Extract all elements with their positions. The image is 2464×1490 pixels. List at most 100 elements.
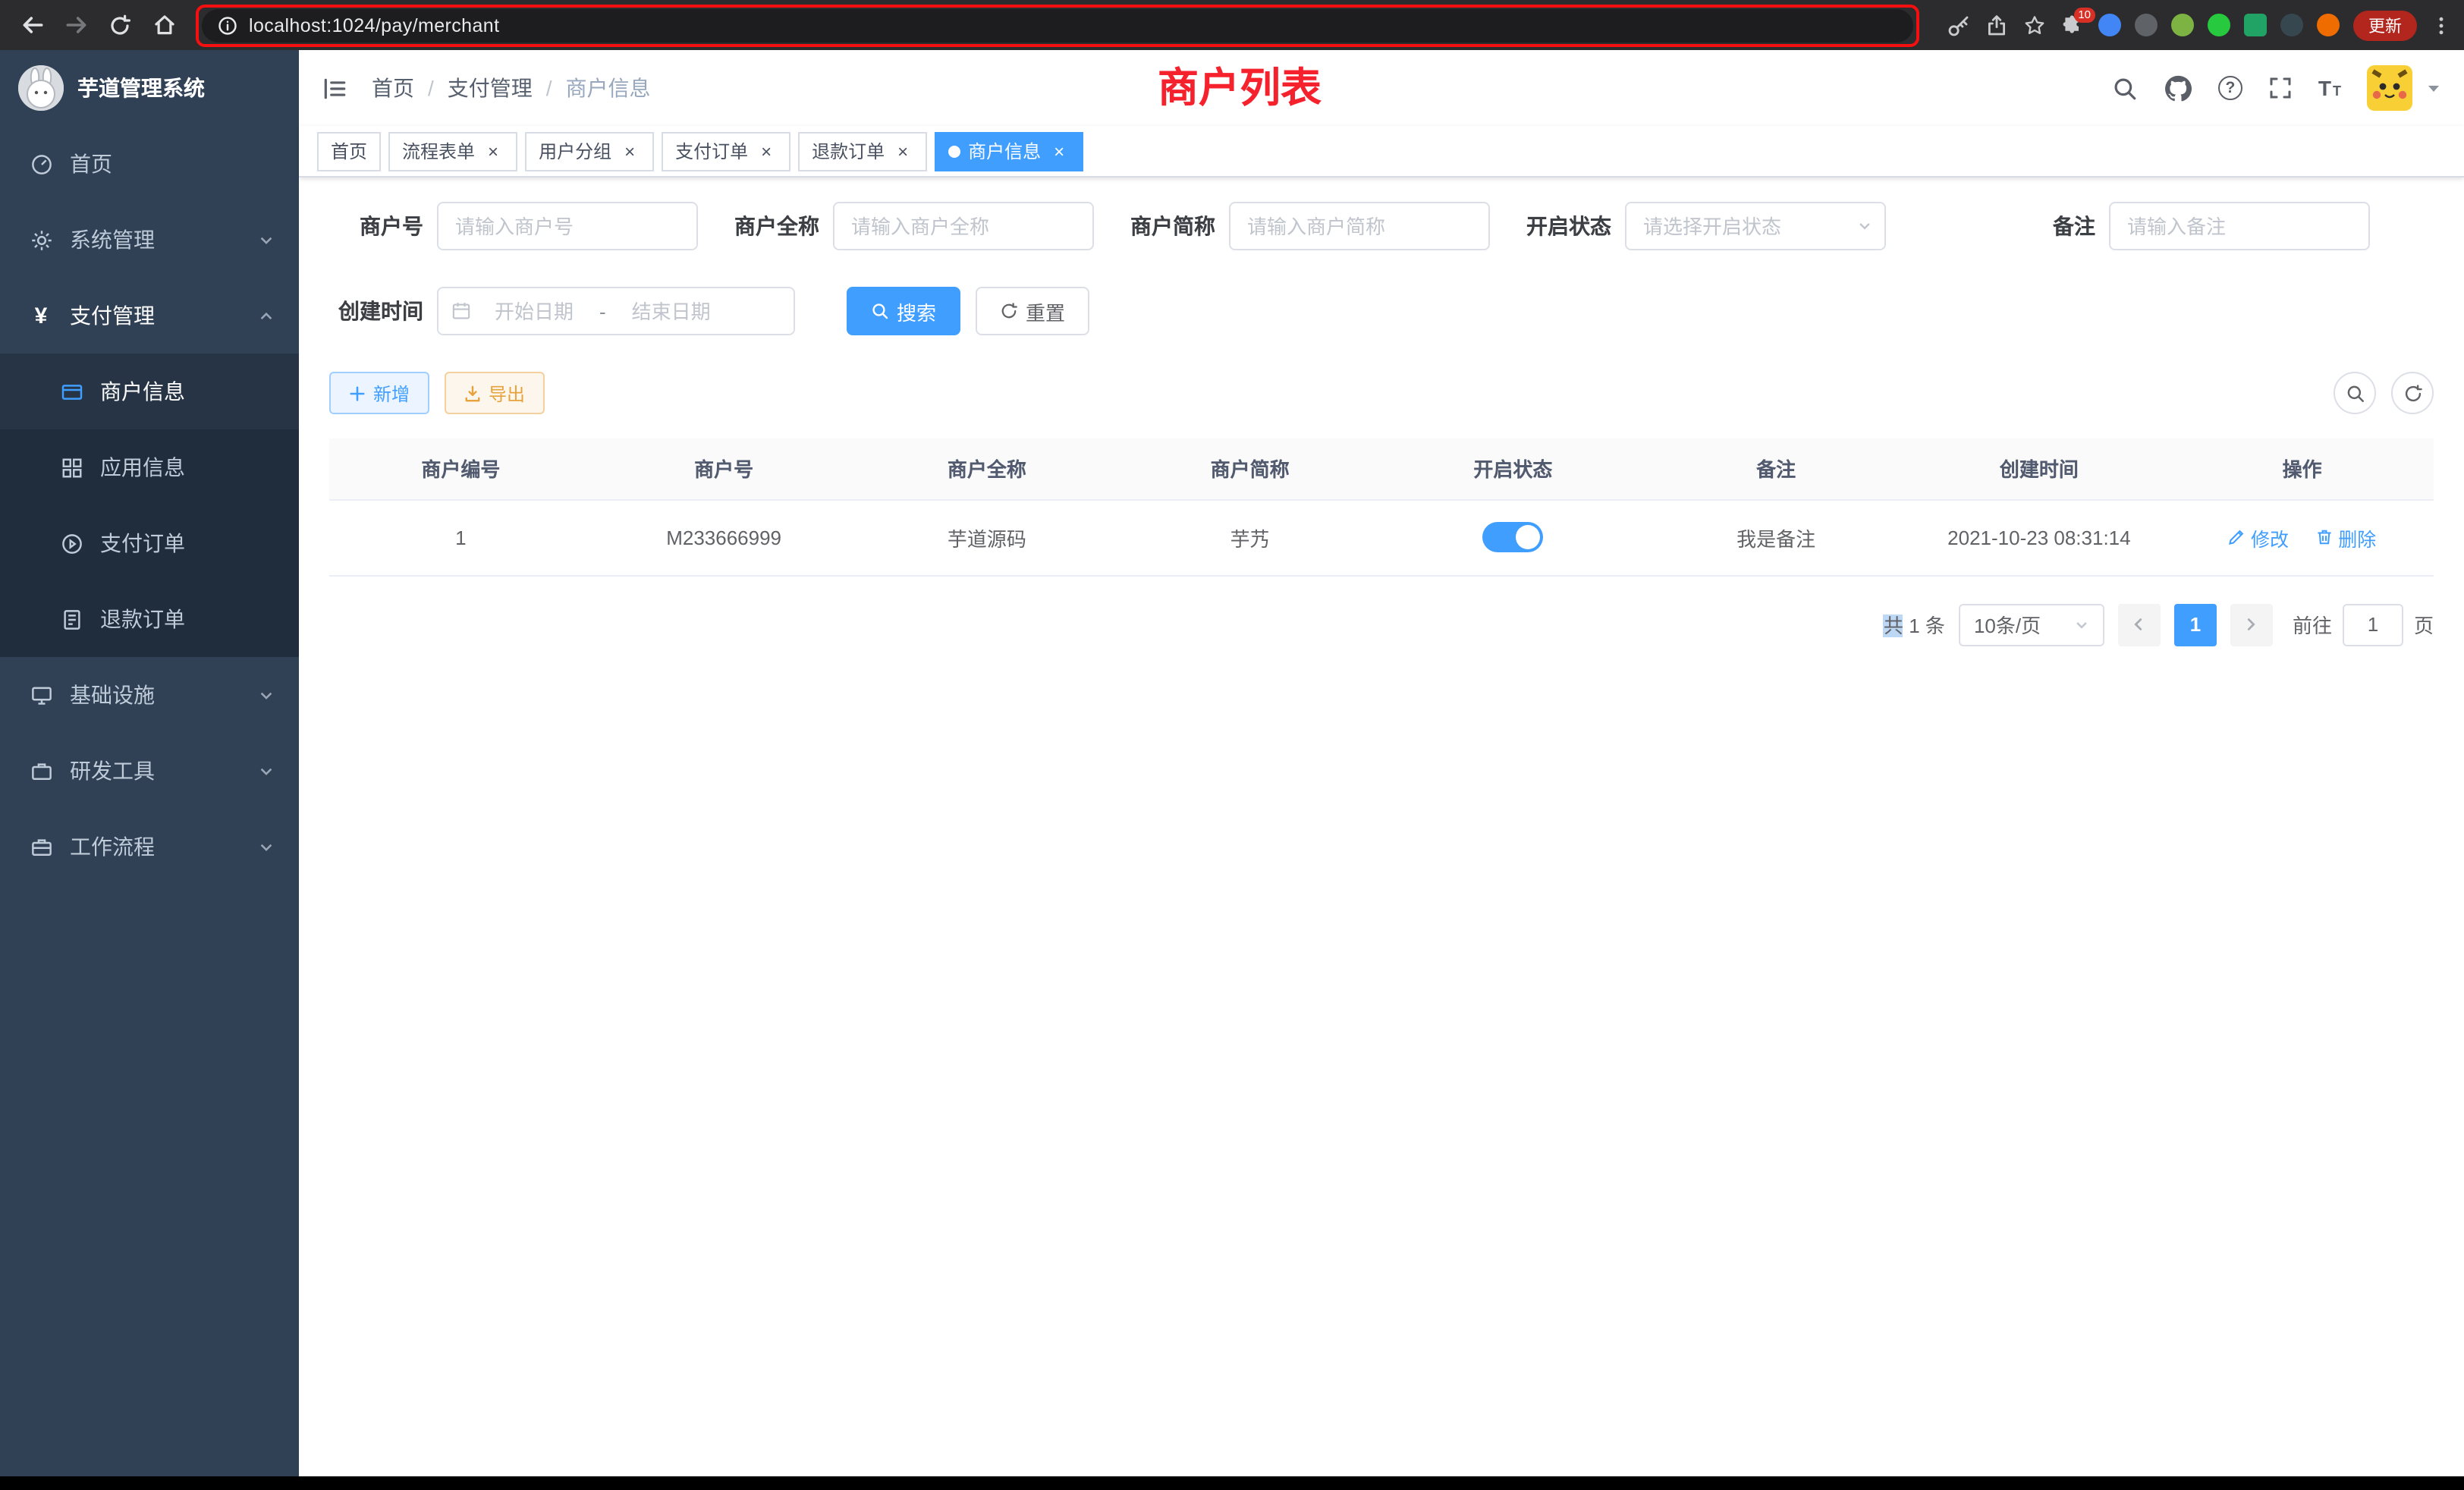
help-icon[interactable]: ? (2218, 76, 2242, 100)
text-size-icon[interactable]: TT (2318, 77, 2341, 99)
sidebar-item-payment-order[interactable]: 支付订单 (0, 505, 299, 581)
site-info-icon[interactable] (217, 14, 238, 36)
prev-page-button[interactable] (2118, 603, 2161, 646)
tag-close-icon[interactable]: × (756, 140, 777, 162)
filter-row-1: 商户号 商户全称 商户简称 开启状态 (329, 202, 2434, 250)
export-button[interactable]: 导出 (445, 372, 545, 414)
app-logo[interactable]: 芋道管理系统 (0, 50, 299, 126)
refresh-icon[interactable] (2391, 372, 2434, 414)
extension-icon[interactable] (2135, 14, 2158, 36)
caret-down-icon[interactable] (2426, 80, 2441, 96)
extension-icon[interactable] (2208, 14, 2230, 36)
sidebar-item-dev-tools[interactable]: 研发工具 (0, 733, 299, 809)
add-button[interactable]: 新增 (329, 372, 429, 414)
sidebar-item-label: 系统管理 (70, 225, 155, 255)
page-number-button[interactable]: 1 (2174, 603, 2217, 646)
breadcrumb-payment[interactable]: 支付管理 (448, 73, 533, 103)
sidebar-item-infrastructure[interactable]: 基础设施 (0, 657, 299, 733)
extensions-puzzle-icon[interactable]: 10 (2060, 13, 2085, 37)
browser-update-button[interactable]: 更新 (2353, 10, 2417, 40)
key-icon[interactable] (1947, 13, 1971, 37)
sidebar-item-payment[interactable]: ¥ 支付管理 (0, 278, 299, 354)
sidebar-item-app-info[interactable]: 应用信息 (0, 429, 299, 505)
extension-icon[interactable] (2280, 14, 2303, 36)
breadcrumb-separator: / (428, 76, 434, 100)
reset-button[interactable]: 重置 (976, 287, 1089, 335)
calendar-icon (451, 300, 472, 322)
sidebar-item-workflow[interactable]: 工作流程 (0, 809, 299, 885)
sidebar-item-label: 支付订单 (100, 528, 185, 558)
filter-row-2: 创建时间 - 搜索 (329, 287, 2434, 335)
remark-input[interactable] (2109, 202, 2370, 250)
filter-full-name: 商户全称 (734, 202, 1094, 250)
goto-page-input[interactable] (2343, 603, 2403, 646)
next-page-button[interactable] (2230, 603, 2273, 646)
tag-close-icon[interactable]: × (1048, 140, 1070, 162)
browser-home-icon[interactable] (144, 5, 184, 45)
tag-merchant-info[interactable]: 商户信息 × (935, 131, 1083, 171)
date-separator: - (596, 300, 609, 322)
chevron-down-icon (258, 838, 275, 855)
browser-back-icon[interactable] (12, 5, 52, 45)
tag-user-group[interactable]: 用户分组 × (525, 131, 654, 171)
filter-short-name: 商户简称 (1130, 202, 1490, 250)
end-date-input[interactable] (612, 300, 731, 322)
address-bar[interactable]: localhost:1024/pay/merchant (202, 8, 1913, 42)
table-row: 1 M233666999 芋道源码 芋艿 我是备注 2021-10-23 08:… (329, 499, 2434, 575)
merchant-no-input[interactable] (437, 202, 698, 250)
search-icon[interactable] (2112, 75, 2138, 101)
sidebar-item-refund-order[interactable]: 退款订单 (0, 581, 299, 657)
github-icon[interactable] (2164, 74, 2192, 102)
tag-close-icon[interactable]: × (619, 140, 640, 162)
sidebar-item-merchant-info[interactable]: 商户信息 (0, 354, 299, 429)
hamburger-icon[interactable] (322, 75, 347, 101)
sidebar: 芋道管理系统 首页 系统管理 ¥ 支付管理 (0, 50, 299, 1476)
short-name-input[interactable] (1229, 202, 1490, 250)
page-size-select[interactable]: 10条/页 (1959, 603, 2104, 646)
extension-icon[interactable] (2171, 14, 2194, 36)
tag-close-icon[interactable]: × (482, 140, 504, 162)
cell-create-time: 2021-10-23 08:31:14 (1908, 499, 2171, 575)
fullscreen-icon[interactable] (2268, 76, 2293, 100)
tag-close-icon[interactable]: × (892, 140, 913, 162)
delete-link[interactable]: 删除 (2315, 523, 2376, 552)
sidebar-item-label: 研发工具 (70, 756, 155, 786)
status-toggle[interactable] (1482, 522, 1543, 552)
briefcase-icon (29, 759, 53, 782)
table-header-row: 商户编号 商户号 商户全称 商户简称 开启状态 备注 创建时间 操作 (329, 439, 2434, 499)
sidebar-item-label: 首页 (70, 149, 112, 179)
browser-reload-icon[interactable] (100, 5, 140, 45)
search-button[interactable]: 搜索 (847, 287, 960, 335)
extension-icon[interactable] (2244, 14, 2267, 36)
tag-label: 商户信息 (968, 138, 1041, 164)
breadcrumb-home[interactable]: 首页 (372, 73, 414, 103)
sidebar-item-label: 应用信息 (100, 452, 185, 483)
page-annotation: 商户列表 (1158, 64, 1322, 112)
user-avatar[interactable] (2367, 65, 2412, 111)
filter-label: 备注 (2053, 211, 2095, 241)
start-date-input[interactable] (475, 300, 593, 322)
extension-icon[interactable] (2098, 14, 2121, 36)
table-toolbar: 新增 导出 (329, 372, 2434, 414)
full-name-input[interactable] (833, 202, 1094, 250)
tag-payment-order[interactable]: 支付订单 × (662, 131, 790, 171)
edit-link[interactable]: 修改 (2228, 523, 2289, 552)
tag-refund-order[interactable]: 退款订单 × (798, 131, 927, 171)
navbar-actions: ? TT (2112, 65, 2441, 111)
column-header: 操作 (2170, 439, 2434, 499)
status-select[interactable] (1625, 202, 1886, 250)
extension-icon[interactable] (2317, 14, 2340, 36)
content-area: 商户号 商户全称 商户简称 开启状态 (299, 178, 2464, 1476)
dashboard-icon (29, 152, 53, 175)
date-range-picker[interactable]: - (437, 287, 795, 335)
toggle-search-icon[interactable] (2334, 372, 2376, 414)
sidebar-item-system[interactable]: 系统管理 (0, 202, 299, 278)
browser-forward-icon[interactable] (56, 5, 96, 45)
share-icon[interactable] (1985, 13, 2009, 37)
filter-status: 开启状态 (1526, 202, 1886, 250)
browser-menu-icon[interactable] (2431, 14, 2452, 36)
tag-process-form[interactable]: 流程表单 × (388, 131, 517, 171)
sidebar-item-home[interactable]: 首页 (0, 126, 299, 202)
bookmark-star-icon[interactable] (2022, 13, 2047, 37)
tag-home[interactable]: 首页 (317, 131, 381, 171)
